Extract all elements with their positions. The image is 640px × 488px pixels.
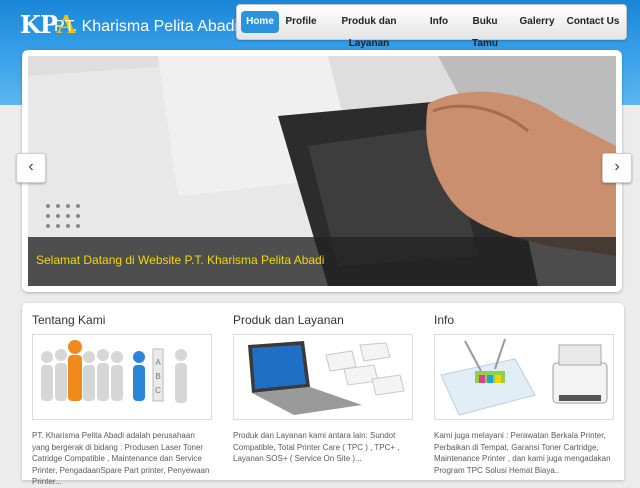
laptop-illustration	[234, 335, 412, 419]
laptop-image[interactable]	[233, 334, 413, 420]
printer-ink-illustration	[435, 335, 613, 419]
svg-text:A: A	[155, 358, 161, 367]
panel-title[interactable]: Produk dan Layanan	[233, 313, 344, 327]
nav-item-buku-tamu[interactable]: Buku Tamu	[459, 11, 511, 49]
chevron-left-icon: ‹	[28, 158, 34, 175]
nav-item-home[interactable]: Home	[241, 11, 279, 33]
site-logo[interactable]: KPA PT. Kharisma Pelita Abadi	[14, 8, 254, 44]
slider-prev-button[interactable]: ‹	[16, 153, 46, 183]
nav-item-profile[interactable]: Profile	[281, 11, 321, 33]
nav-item-contact-us[interactable]: Contact Us	[565, 11, 621, 33]
nav-item-galerry[interactable]: Galerry	[517, 11, 557, 33]
printer-ink-image[interactable]	[434, 334, 614, 420]
panel-description: Kami juga melayani : Perawatan Berkala P…	[434, 431, 611, 475]
team-figures-image[interactable]: A B C	[32, 334, 212, 420]
people-illustration: A B C	[33, 335, 211, 419]
nav-item-produk-dan-layanan[interactable]: Produk dan Layanan	[325, 11, 413, 49]
slide-image-printer-repair: Selamat Datang di Website P.T. Kharisma …	[28, 56, 616, 286]
panel-title[interactable]: Tentang Kami	[32, 313, 105, 327]
slider-next-button[interactable]: ›	[602, 153, 632, 183]
info-panels: Tentang Kami A B C PT. Kharisma Pelita A…	[22, 303, 624, 486]
slide-caption-bar: Selamat Datang di Website P.T. Kharisma …	[28, 237, 616, 286]
site-title: PT. Kharisma Pelita Abadi	[54, 18, 239, 35]
panel-description: PT. Kharisma Pelita Abadi adalah perusah…	[32, 431, 210, 486]
svg-text:C: C	[155, 386, 161, 395]
svg-text:B: B	[155, 372, 160, 381]
main-nav: Home Profile Produk dan Layanan Info Buk…	[236, 4, 627, 49]
hero-slider: Selamat Datang di Website P.T. Kharisma …	[22, 50, 622, 292]
nav-item-info[interactable]: Info	[425, 11, 453, 33]
panel-description: Produk dan Layanan kami antara lain: Sun…	[233, 431, 400, 463]
panel-title[interactable]: Info	[434, 313, 454, 327]
slide-caption: Selamat Datang di Website P.T. Kharisma …	[36, 253, 325, 267]
chevron-right-icon: ›	[614, 158, 620, 175]
